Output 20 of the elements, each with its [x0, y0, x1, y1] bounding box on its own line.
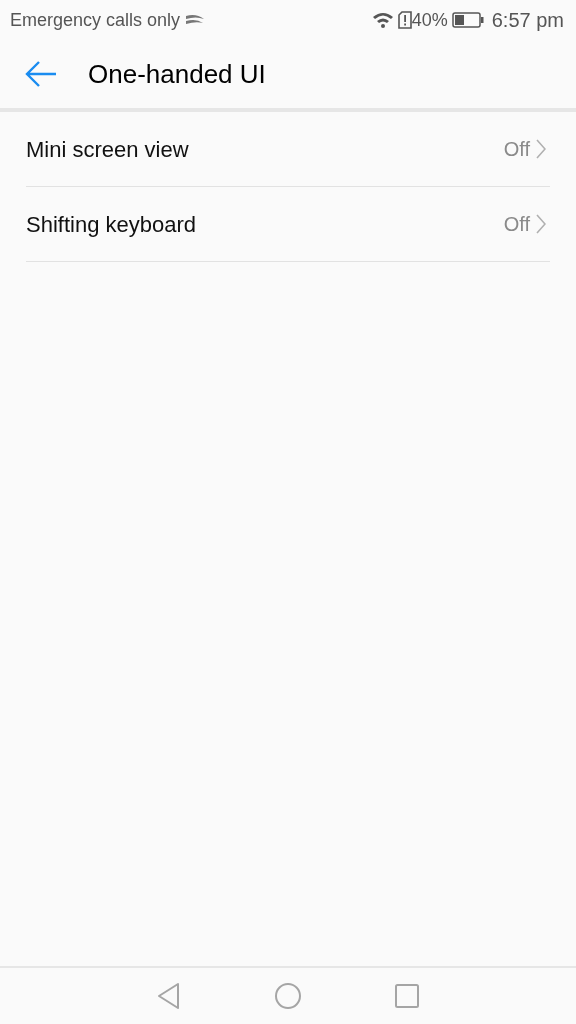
back-arrow-icon [24, 59, 58, 89]
page-title: One-handed UI [88, 57, 266, 91]
wifi-icon [371, 11, 394, 29]
carrier-text: Emergency calls only [10, 8, 181, 32]
clock-time: 6:57 pm [491, 8, 564, 33]
setting-value: Off [503, 137, 530, 162]
back-button[interactable] [24, 59, 58, 89]
battery-icon [451, 12, 484, 28]
sim-alert-icon [397, 11, 412, 29]
back-nav-icon[interactable] [156, 982, 182, 1010]
setting-label: Shifting keyboard [26, 210, 197, 239]
chevron-right-icon [536, 214, 546, 234]
settings-row[interactable]: Mini screen view Off [26, 112, 550, 187]
recents-nav-icon[interactable] [394, 983, 420, 1009]
setting-value: Off [503, 212, 530, 237]
chevron-right-icon [536, 139, 546, 159]
setting-label: Mini screen view [26, 135, 190, 164]
battery-percent: 40% [411, 8, 448, 32]
home-nav-icon[interactable] [274, 982, 302, 1010]
settings-row[interactable]: Shifting keyboard Off [26, 187, 550, 262]
